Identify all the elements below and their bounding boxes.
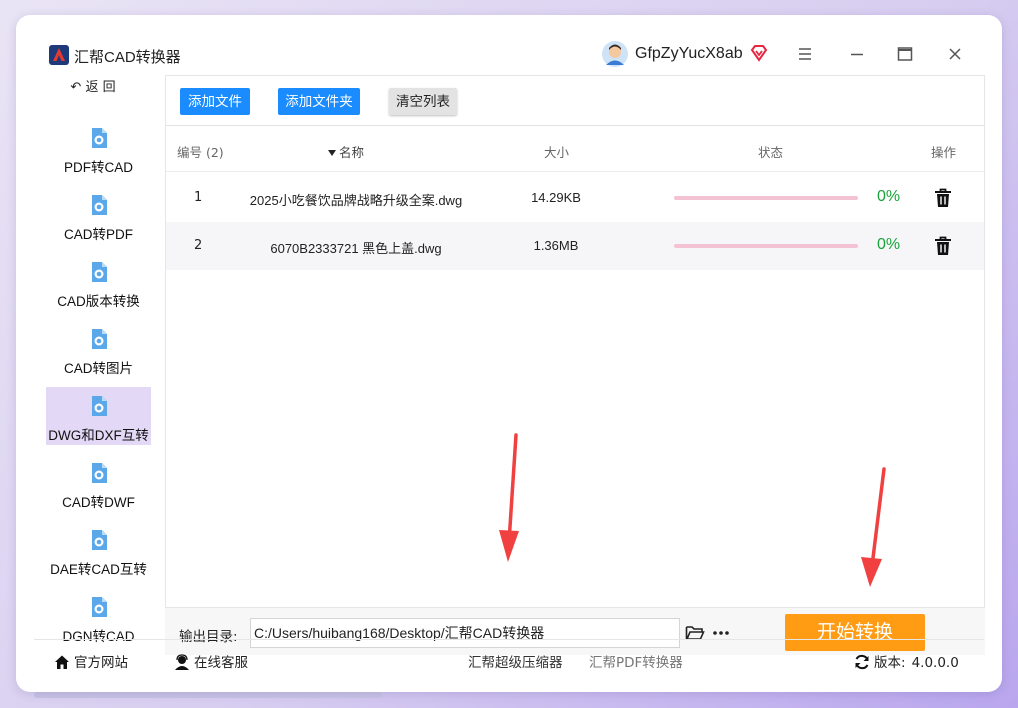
sidebar-item-dwg-dxf[interactable]: DWG和DXF互转: [46, 387, 151, 445]
sidebar-item-dgn-to-cad[interactable]: DGN转CAD: [46, 588, 151, 646]
col-size-header: 大小: [544, 145, 570, 160]
progress-bar: [674, 196, 858, 200]
col-index-header: 编号 (2): [177, 145, 224, 160]
sidebar-item-cad-version[interactable]: CAD版本转换: [46, 253, 151, 311]
menu-icon[interactable]: [796, 45, 814, 63]
vip-diamond-icon[interactable]: [750, 44, 768, 62]
official-website-link[interactable]: 官方网站: [54, 651, 128, 671]
app-title: 汇帮CAD转换器: [74, 49, 181, 66]
username[interactable]: GfpZyYucX8ab: [635, 45, 743, 63]
progress-percent: 0%: [877, 236, 901, 253]
compressor-link[interactable]: 汇帮超级压缩器: [468, 651, 563, 671]
trash-icon[interactable]: [934, 188, 952, 208]
col-action-header: 操作: [931, 145, 957, 160]
official-website-label: 官方网站: [74, 655, 128, 671]
sidebar-item-cad-to-dwf[interactable]: CAD转DWF: [46, 454, 151, 512]
version-number: 4.0.0.0: [911, 655, 959, 671]
sidebar-item-cad-to-image[interactable]: CAD转图片: [46, 320, 151, 378]
minimize-icon[interactable]: [848, 45, 866, 63]
sidebar-item-label: PDF转CAD: [63, 160, 133, 175]
progress-percent: 0%: [877, 188, 901, 205]
add-file-button[interactable]: 添加文件: [180, 88, 250, 115]
sidebar-item-cad-to-pdf[interactable]: CAD转PDF: [46, 186, 151, 244]
taskbar-strip: [34, 692, 382, 698]
version-label: 版本:: [874, 655, 906, 671]
sidebar-item-label: DAE转CAD互转: [50, 562, 147, 577]
clear-list-button[interactable]: 清空列表: [389, 88, 457, 115]
row-file-name: 2025小吃餐饮品牌战略升级全案.dwg: [249, 193, 463, 208]
toolbar: 添加文件 添加文件夹 清空列表: [166, 76, 984, 126]
sidebar-item-label: DWG和DXF互转: [48, 428, 149, 443]
dae-to-cad-icon: [92, 530, 107, 550]
close-icon[interactable]: [946, 45, 964, 63]
version-info[interactable]: 版本: 4.0.0.0: [854, 651, 959, 671]
title-bar: 汇帮CAD转换器 GfpZyYucX8ab: [16, 15, 1002, 75]
progress-bar: [674, 244, 858, 248]
row-file-size: 14.29KB: [531, 190, 581, 205]
back-button[interactable]: ↶ 返 回: [38, 77, 148, 99]
sidebar-item-dae-to-cad[interactable]: DAE转CAD互转: [46, 521, 151, 579]
table-row[interactable]: 1 2025小吃餐饮品牌战略升级全案.dwg 14.29KB 0%: [166, 174, 984, 222]
home-icon: [55, 655, 69, 669]
sort-desc-icon: [328, 150, 336, 156]
sidebar-item-label: CAD转图片: [63, 361, 133, 376]
row-file-size: 1.36MB: [533, 238, 579, 253]
pdf-to-cad-icon: [92, 128, 107, 148]
back-arrow-icon: ↶: [70, 80, 86, 95]
dwg-dxf-icon: [92, 396, 107, 416]
avatar[interactable]: [602, 41, 628, 67]
online-support-label: 在线客服: [194, 655, 248, 671]
col-name-label: 名称: [339, 145, 365, 160]
support-agent-icon: [175, 654, 189, 670]
footer: 官方网站 在线客服 汇帮超级压缩器 汇帮PDF转换器 版本: 4.0.0.0: [34, 639, 984, 679]
cad-to-pdf-icon: [92, 195, 107, 215]
trash-icon[interactable]: [934, 236, 952, 256]
back-label: 返 回: [85, 80, 116, 95]
sidebar-item-pdf-to-cad[interactable]: PDF转CAD: [46, 119, 151, 177]
row-file-name: 6070B2333721 黑色上盖.dwg: [270, 241, 442, 256]
sidebar-item-label: CAD转DWF: [62, 495, 135, 510]
sidebar-item-label: CAD转PDF: [63, 227, 133, 242]
table-row[interactable]: 2 6070B2333721 黑色上盖.dwg 1.36MB 0%: [166, 222, 984, 270]
pdf-converter-link[interactable]: 汇帮PDF转换器: [589, 651, 683, 671]
annotation-arrow-down-left: [499, 433, 519, 562]
sidebar-item-label: CAD版本转换: [57, 294, 140, 309]
cad-to-dwf-icon: [92, 463, 107, 483]
row-index: 1: [194, 190, 203, 205]
table-header: 编号 (2) 名称 大小 状态 操作: [166, 127, 984, 172]
add-folder-button[interactable]: 添加文件夹: [278, 88, 360, 115]
maximize-icon[interactable]: [896, 45, 914, 63]
online-support-link[interactable]: 在线客服: [174, 651, 248, 671]
app-body: ↶ 返 回 PDF转CAD CAD转PDF CAD版本转换 CAD转图片 DWG和DXF…: [34, 75, 985, 692]
row-index: 2: [194, 238, 203, 253]
app-window: 汇帮CAD转换器 GfpZyYucX8ab ↶ 返 回 PDF转CAD CAD转…: [16, 15, 1002, 692]
refresh-icon: [855, 654, 869, 670]
cad-to-image-icon: [92, 329, 107, 349]
dgn-to-cad-icon: [92, 597, 107, 617]
col-name-header[interactable]: 名称: [328, 142, 364, 161]
col-status-header: 状态: [758, 145, 784, 160]
cad-version-icon: [92, 262, 107, 282]
sidebar: ↶ 返 回 PDF转CAD CAD转PDF CAD版本转换 CAD转图片 DWG和DXF…: [34, 75, 165, 646]
app-logo-icon: [49, 45, 69, 65]
annotation-arrow-down-right: [861, 467, 886, 587]
